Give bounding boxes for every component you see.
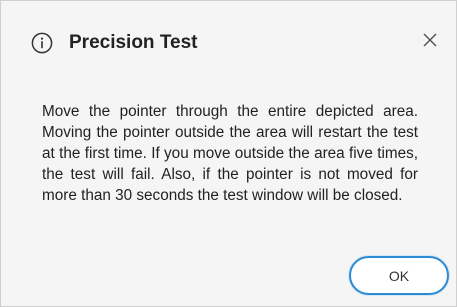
dialog-title: Precision Test [69,32,198,53]
precision-test-dialog: Precision Test Move the pointer through … [0,0,457,307]
info-icon [31,32,53,54]
close-icon[interactable] [419,29,441,51]
dialog-message: Move the pointer through the entire depi… [42,103,418,204]
dialog-header: Precision Test [1,1,456,79]
ok-button[interactable]: OK [349,256,449,295]
